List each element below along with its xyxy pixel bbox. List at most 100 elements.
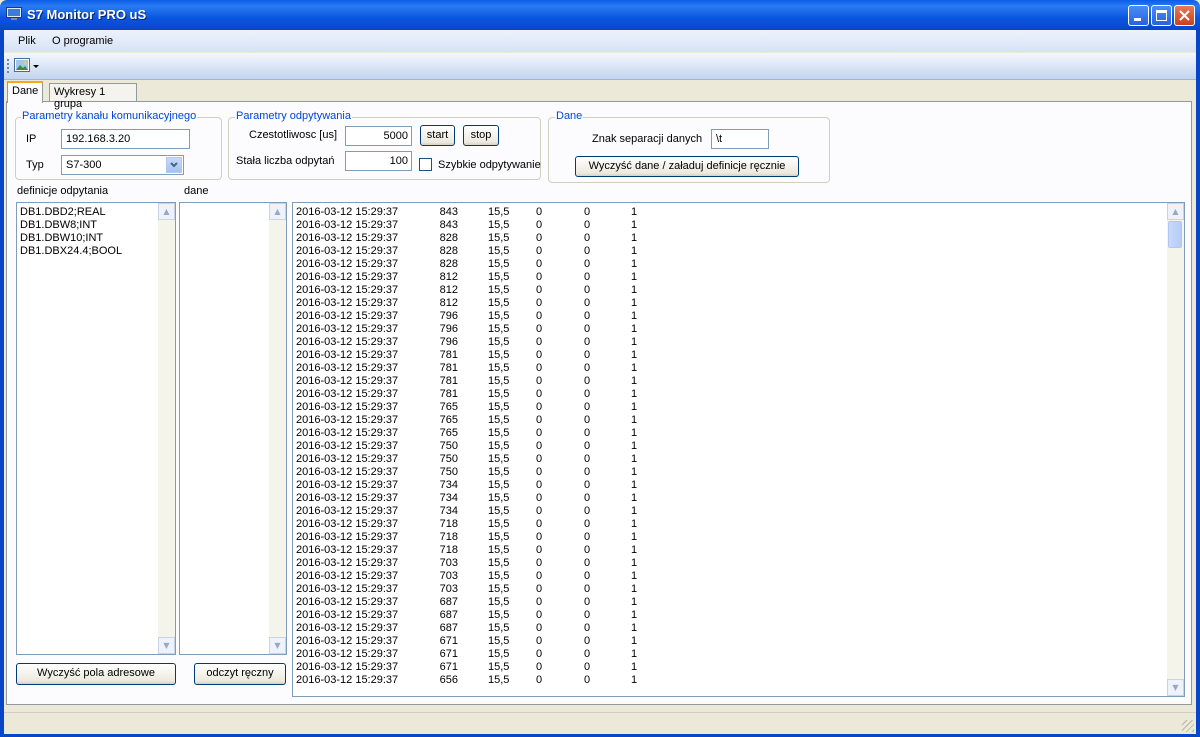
log-value-real: 718 (439, 544, 458, 556)
log-value-bool: 0 (584, 453, 591, 465)
scroll-up-icon[interactable]: ▲ (158, 203, 175, 220)
maximize-icon (1156, 10, 1167, 21)
log-value-bool: 0 (584, 635, 591, 647)
log-value-real: 750 (439, 453, 458, 465)
log-timestamp: 2016-03-12 15:29:37 (296, 219, 399, 231)
log-value-real: 843 (439, 219, 458, 231)
log-scroll-thumb[interactable] (1168, 221, 1182, 248)
log-value-real: 765 (439, 401, 458, 413)
log-value-extra: 1 (631, 310, 638, 322)
comm-params-title: Parametry kanału komunikacyjnego (21, 110, 198, 122)
start-button[interactable]: start (420, 125, 455, 146)
log-value-int2: 0 (536, 245, 543, 257)
log-row: 2016-03-12 15:29:37 781 15,5 0 0 1 (296, 375, 696, 388)
definition-item[interactable]: DB1.DBW10;INT (20, 232, 122, 245)
type-select-dropdown-button[interactable] (166, 157, 182, 173)
log-timestamp: 2016-03-12 15:29:37 (296, 271, 399, 283)
log-value-int2: 0 (536, 297, 543, 309)
clear-addresses-button[interactable]: Wyczyść pola adresowe (16, 663, 176, 685)
log-value-int2: 0 (536, 622, 543, 634)
log-value-extra: 1 (631, 453, 638, 465)
tab-wykresy[interactable]: Wykresy 1 grupa (49, 83, 137, 110)
separator-input[interactable]: \t (711, 129, 769, 149)
image-dropdown-button[interactable] (14, 57, 40, 75)
definition-item[interactable]: DB1.DBW8;INT (20, 219, 122, 232)
resize-grip-icon[interactable] (1182, 720, 1194, 732)
log-value-extra: 1 (631, 206, 638, 218)
type-select-value: S7-300 (66, 159, 102, 171)
log-value-extra: 1 (631, 297, 638, 309)
log-value-int2: 0 (536, 362, 543, 374)
scroll-down-icon[interactable]: ▼ (1167, 679, 1184, 696)
ip-input[interactable]: 192.168.3.20 (61, 129, 190, 149)
log-value-bool: 0 (584, 544, 591, 556)
log-value-int2: 0 (536, 466, 543, 478)
log-timestamp: 2016-03-12 15:29:37 (296, 232, 399, 244)
definition-item[interactable]: DB1.DBD2;REAL (20, 206, 122, 219)
data-group-title: Dane (555, 110, 584, 122)
log-value-real: 812 (439, 297, 458, 309)
log-timestamp: 2016-03-12 15:29:37 (296, 453, 399, 465)
menu-bar: Plik O programie (4, 30, 1196, 52)
freq-input[interactable]: 5000 (345, 126, 412, 146)
dane-scrollbar[interactable]: ▲ ▼ (269, 203, 286, 654)
menu-plik[interactable]: Plik (18, 35, 36, 47)
close-button[interactable] (1174, 5, 1195, 26)
tab-dane[interactable]: Dane (7, 81, 44, 103)
definitions-items: DB1.DBD2;REAL DB1.DBW8;INT DB1.DBW10;INT… (20, 206, 122, 258)
log-value-bool: 0 (584, 232, 591, 244)
log-value-real: 671 (439, 661, 458, 673)
log-value-int2: 0 (536, 505, 543, 517)
log-value-bool: 0 (584, 648, 591, 660)
log-scrollbar[interactable]: ▲ ▼ (1167, 203, 1184, 696)
log-row: 2016-03-12 15:29:37 765 15,5 0 0 1 (296, 414, 696, 427)
log-value-int2: 0 (536, 414, 543, 426)
toolbar-grip[interactable] (7, 59, 11, 73)
log-value-int2: 0 (536, 557, 543, 569)
log-row: 2016-03-12 15:29:37 796 15,5 0 0 1 (296, 336, 696, 349)
fast-polling-checkbox[interactable] (419, 158, 432, 171)
definitions-list[interactable]: DB1.DBD2;REAL DB1.DBW8;INT DB1.DBW10;INT… (16, 202, 176, 655)
scroll-up-icon[interactable]: ▲ (269, 203, 286, 220)
log-row: 2016-03-12 15:29:37 718 15,5 0 0 1 (296, 544, 696, 557)
log-timestamp: 2016-03-12 15:29:37 (296, 375, 399, 387)
title-bar[interactable]: S7 Monitor PRO uS (0, 0, 1200, 30)
log-value-int2: 0 (536, 648, 543, 660)
log-value-extra: 1 (631, 583, 638, 595)
log-row: 2016-03-12 15:29:37 765 15,5 0 0 1 (296, 427, 696, 440)
log-timestamp: 2016-03-12 15:29:37 (296, 466, 399, 478)
clear-load-definitions-button[interactable]: Wyczyść dane / załaduj definicje ręcznie (575, 156, 799, 177)
log-value-extra: 1 (631, 323, 638, 335)
log-value-bool: 0 (584, 531, 591, 543)
stop-button[interactable]: stop (463, 125, 499, 146)
log-value-int1: 15,5 (488, 674, 510, 686)
count-input[interactable]: 100 (345, 151, 412, 171)
log-value-int2: 0 (536, 479, 543, 491)
log-timestamp: 2016-03-12 15:29:37 (296, 336, 399, 348)
scroll-down-icon[interactable]: ▼ (158, 637, 175, 654)
log-timestamp: 2016-03-12 15:29:37 (296, 479, 399, 491)
log-value-int1: 15,5 (488, 362, 510, 374)
minimize-button[interactable] (1128, 5, 1149, 26)
log-value-extra: 1 (631, 544, 638, 556)
toolbar (4, 53, 1196, 80)
definition-item[interactable]: DB1.DBX24.4;BOOL (20, 245, 122, 258)
log-value-extra: 1 (631, 596, 638, 608)
log-value-real: 812 (439, 271, 458, 283)
data-log-textarea[interactable]: 2016-03-12 15:29:37 843 15,5 0 0 1 2016-03-12 … (292, 202, 1185, 697)
log-value-int1: 15,5 (488, 635, 510, 647)
scroll-up-icon[interactable]: ▲ (1167, 203, 1184, 220)
log-value-bool: 0 (584, 570, 591, 582)
menu-o-programie[interactable]: O programie (52, 35, 113, 47)
log-value-bool: 0 (584, 206, 591, 218)
log-value-int1: 15,5 (488, 219, 510, 231)
dane-list[interactable]: ▲ ▼ (179, 202, 287, 655)
definitions-scrollbar[interactable]: ▲ ▼ (158, 203, 175, 654)
scroll-down-icon[interactable]: ▼ (269, 637, 286, 654)
log-value-int1: 15,5 (488, 388, 510, 400)
maximize-button[interactable] (1151, 5, 1172, 26)
manual-read-button[interactable]: odczyt ręczny (194, 663, 286, 685)
type-select[interactable]: S7-300 (61, 155, 184, 175)
log-value-bool: 0 (584, 219, 591, 231)
log-timestamp: 2016-03-12 15:29:37 (296, 648, 399, 660)
